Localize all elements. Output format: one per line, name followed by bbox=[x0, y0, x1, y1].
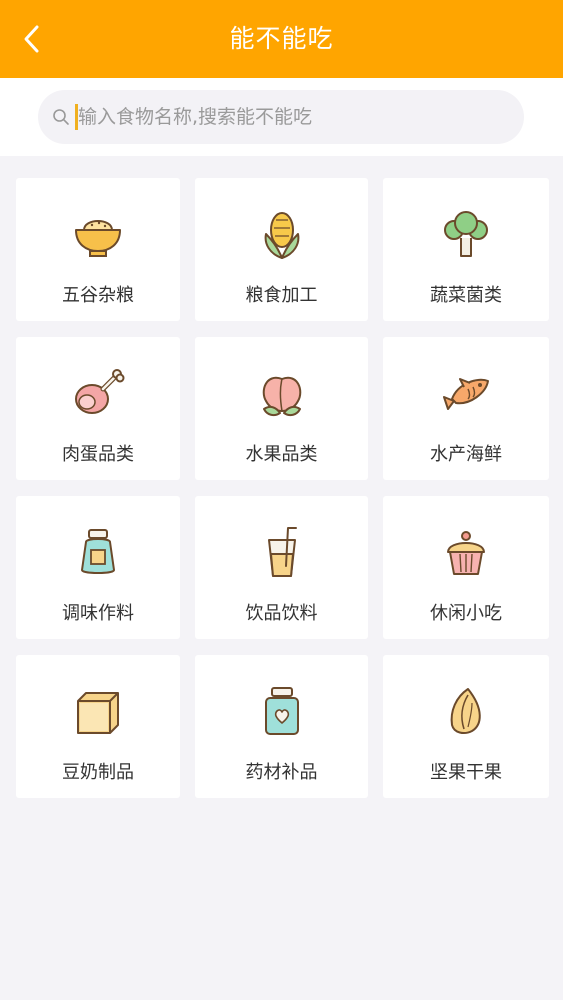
category-grid: 五谷杂粮 粮食加工 蔬菜菌类 肉蛋品类 水果品类 水产海鲜 调味作料 饮品饮料 … bbox=[16, 178, 549, 798]
category-label: 蔬菜菌类 bbox=[430, 285, 502, 306]
category-label: 坚果干果 bbox=[430, 762, 502, 783]
category-label: 豆奶制品 bbox=[62, 762, 134, 783]
category-card-fruits[interactable]: 水果品类 bbox=[195, 337, 368, 480]
drink-cup-icon bbox=[267, 527, 297, 577]
corn-icon bbox=[264, 212, 299, 259]
supplement-jar-icon bbox=[264, 687, 299, 735]
rice-bowl-icon bbox=[75, 220, 121, 257]
peach-icon bbox=[262, 376, 301, 417]
category-label: 药材补品 bbox=[245, 762, 318, 783]
category-card-soy-dairy[interactable]: 豆奶制品 bbox=[16, 655, 180, 798]
search-box[interactable] bbox=[38, 90, 524, 144]
cupcake-icon bbox=[447, 531, 485, 575]
category-label: 休闲小吃 bbox=[430, 603, 502, 624]
category-label: 调味作料 bbox=[62, 603, 134, 624]
ham-icon bbox=[75, 369, 125, 414]
category-card-grains[interactable]: 五谷杂粮 bbox=[16, 178, 180, 321]
category-label: 粮食加工 bbox=[245, 285, 318, 306]
broccoli-icon bbox=[444, 211, 488, 257]
category-label: 五谷杂粮 bbox=[62, 285, 134, 306]
category-card-meat-eggs[interactable]: 肉蛋品类 bbox=[16, 337, 180, 480]
category-card-vegetables[interactable]: 蔬菜菌类 bbox=[383, 178, 549, 321]
search-input[interactable] bbox=[78, 90, 508, 144]
category-label: 肉蛋品类 bbox=[62, 444, 134, 465]
fish-icon bbox=[443, 378, 489, 410]
almond-icon bbox=[450, 688, 481, 734]
category-label: 饮品饮料 bbox=[245, 603, 318, 624]
search-icon bbox=[53, 109, 69, 125]
category-card-drinks[interactable]: 饮品饮料 bbox=[195, 496, 368, 639]
category-card-herbs-supplements[interactable]: 药材补品 bbox=[195, 655, 368, 798]
category-label: 水产海鲜 bbox=[430, 444, 502, 465]
tofu-icon bbox=[77, 692, 119, 734]
category-card-snacks[interactable]: 休闲小吃 bbox=[383, 496, 549, 639]
category-card-nuts[interactable]: 坚果干果 bbox=[383, 655, 549, 798]
category-card-processed-grain[interactable]: 粮食加工 bbox=[195, 178, 368, 321]
page-title: 能不能吃 bbox=[229, 24, 334, 53]
category-card-seafood[interactable]: 水产海鲜 bbox=[383, 337, 549, 480]
category-label: 水果品类 bbox=[245, 444, 318, 465]
search-bar bbox=[0, 78, 563, 156]
category-card-seasoning[interactable]: 调味作料 bbox=[16, 496, 180, 639]
app-header: 能不能吃 bbox=[0, 0, 563, 78]
seasoning-jar-icon bbox=[81, 529, 115, 574]
